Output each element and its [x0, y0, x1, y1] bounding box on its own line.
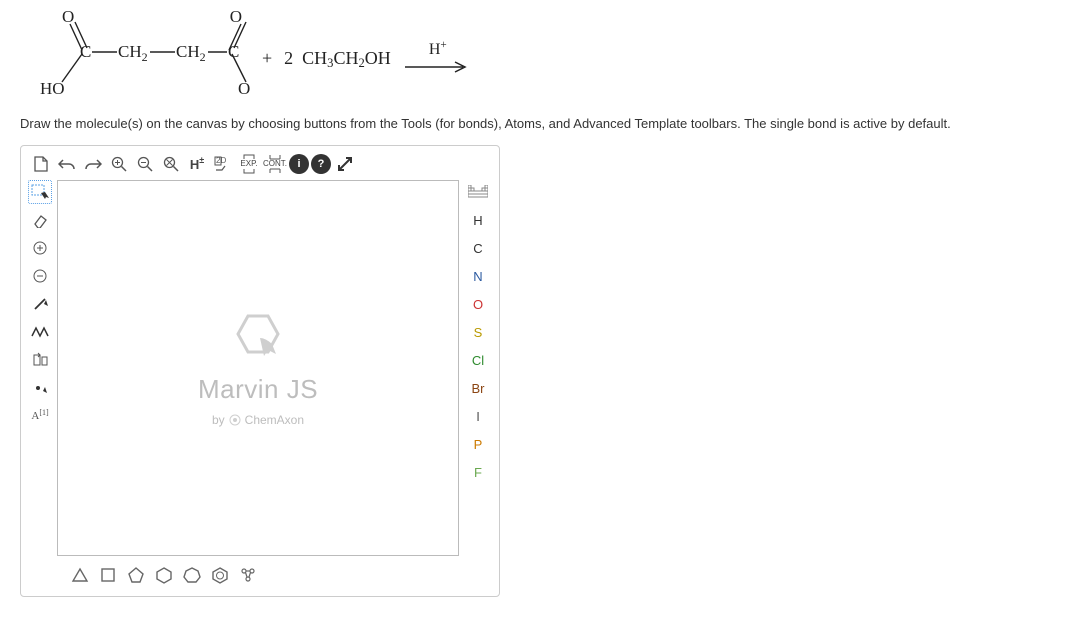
svg-text:O: O [62, 10, 74, 26]
fullscreen-button[interactable] [333, 152, 357, 176]
svg-text:CH2: CH2 [118, 42, 148, 64]
new-button[interactable] [29, 152, 53, 176]
svg-text:O: O [230, 10, 242, 26]
svg-text:OH: OH [238, 79, 250, 98]
benzene-template[interactable] [209, 564, 231, 586]
cyclobutane-template[interactable] [97, 564, 119, 586]
svg-text:C: C [80, 42, 91, 61]
radical-dot-tool[interactable] [28, 376, 52, 400]
svg-text:HO: HO [40, 79, 65, 98]
expand-button[interactable]: EXP. [237, 152, 261, 176]
contract-button[interactable]: CONT. [263, 152, 287, 176]
atom-H-button[interactable]: H [465, 208, 491, 232]
atom-N-button[interactable]: N [465, 264, 491, 288]
rectangle-select-tool[interactable] [28, 180, 52, 204]
marvin-editor: H± 2D EXP. CONT. i ? [20, 145, 500, 597]
marvin-logo-icon [228, 310, 288, 366]
atom-I-button[interactable]: I [465, 404, 491, 428]
top-toolbar: H± 2D EXP. CONT. i ? [25, 150, 495, 178]
instructions-text: Draw the molecule(s) on the canvas by ch… [20, 116, 1071, 131]
abbreviation-tool[interactable]: A[1] [28, 404, 52, 428]
charge-plus-tool[interactable] [28, 236, 52, 260]
erase-tool[interactable] [28, 208, 52, 232]
atom-S-button[interactable]: S [465, 320, 491, 344]
canvas-watermark-title: Marvin JS [198, 374, 318, 405]
chain-tool[interactable] [28, 320, 52, 344]
cyclopentane-template[interactable] [125, 564, 147, 586]
undo-button[interactable] [55, 152, 79, 176]
help-button[interactable]: ? [311, 154, 331, 174]
atom-F-button[interactable]: F [465, 460, 491, 484]
templates-toolbar [25, 558, 495, 592]
chemaxon-icon [229, 414, 241, 426]
atom-Br-button[interactable]: Br [465, 376, 491, 400]
atom-C-button[interactable]: C [465, 236, 491, 260]
cyclopropane-template[interactable] [69, 564, 91, 586]
charge-minus-tool[interactable] [28, 264, 52, 288]
single-bond-tool[interactable] [28, 292, 52, 316]
more-templates-button[interactable] [237, 564, 259, 586]
cyclohexane-template[interactable] [153, 564, 175, 586]
drawing-canvas[interactable]: Marvin JS by ChemAxon [57, 180, 459, 556]
left-toolbar: A[1] [25, 178, 55, 558]
zoom-in-button[interactable] [107, 152, 131, 176]
plus-sign: + [262, 48, 272, 69]
periodic-table-button[interactable] [465, 180, 491, 204]
zoom-out-button[interactable] [133, 152, 157, 176]
reagent2: 2 CH3CH2OH [284, 48, 391, 69]
redo-button[interactable] [81, 152, 105, 176]
hydrogen-toggle-button[interactable]: H± [185, 152, 209, 176]
clean2d-button[interactable]: 2D [211, 152, 235, 176]
insert-text-tool[interactable] [28, 348, 52, 372]
reagent1-structure: O C CH2 CH2 C O HO OH [20, 10, 250, 106]
atom-P-button[interactable]: P [465, 432, 491, 456]
atom-Cl-button[interactable]: Cl [465, 348, 491, 372]
zoom-fit-button[interactable] [159, 152, 183, 176]
atoms-toolbar: H C N O S Cl Br I P F [461, 178, 495, 558]
atom-O-button[interactable]: O [465, 292, 491, 316]
reaction-arrow: H+ [403, 43, 473, 73]
svg-text:2D: 2D [216, 156, 226, 165]
svg-text:CH2: CH2 [176, 42, 206, 64]
canvas-watermark-sub: by ChemAxon [212, 413, 304, 427]
svg-text:C: C [228, 42, 239, 61]
info-button[interactable]: i [289, 154, 309, 174]
reaction-scheme: O C CH2 CH2 C O HO OH + 2 CH3CH2OH H+ [20, 10, 1071, 106]
cycloheptane-template[interactable] [181, 564, 203, 586]
